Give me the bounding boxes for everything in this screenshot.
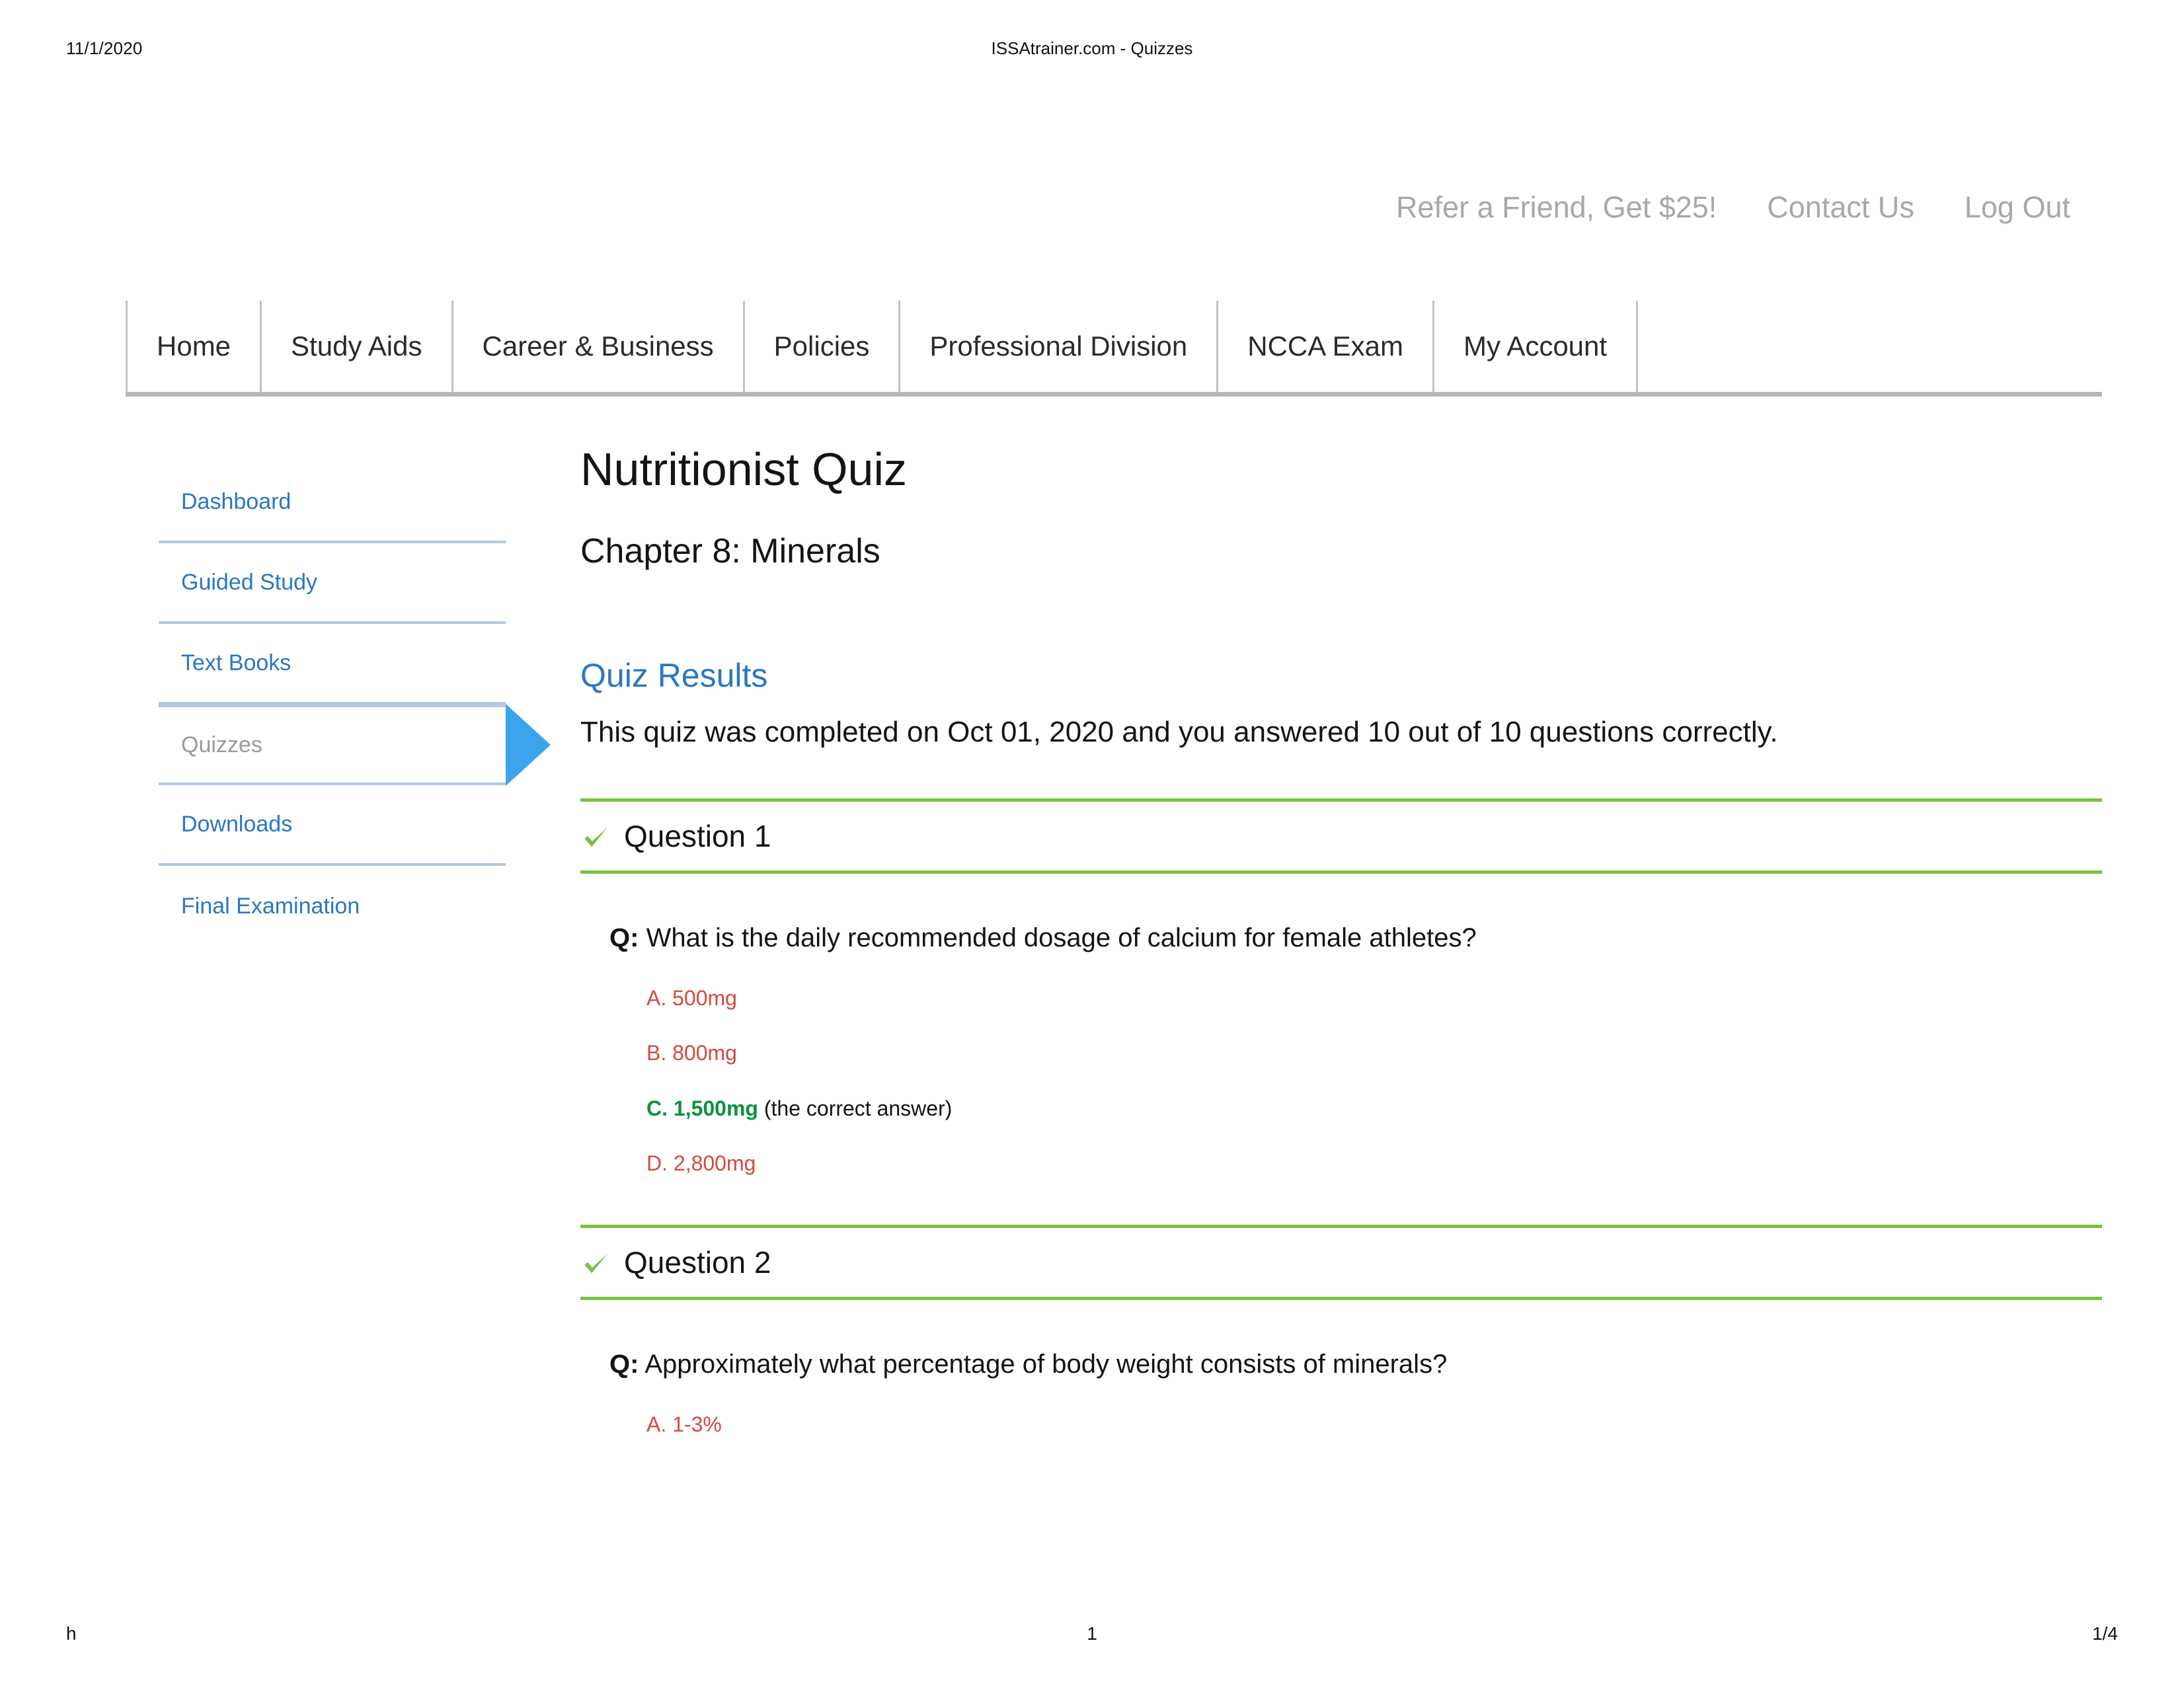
answer-text: A. 500mg <box>646 985 737 1010</box>
nav-item-home[interactable]: Home <box>126 301 260 392</box>
answer-text: B. 800mg <box>646 1041 737 1065</box>
sidebar-item-label[interactable]: Downloads <box>159 812 292 837</box>
sidebar-item-dashboard[interactable]: Dashboard <box>159 463 506 543</box>
answer-text: A. 1-3% <box>646 1412 722 1436</box>
answer-list: A. 500mg B. 800mg C. 1,500mg (the correc… <box>646 985 2102 1176</box>
sidebar-item-label[interactable]: Final Examination <box>159 894 360 919</box>
answer-option-c: C. 1,500mg (the correct answer) <box>646 1096 2102 1121</box>
question-prompt: Q: Approximately what percentage of body… <box>609 1348 2102 1380</box>
sidebar-item-quizzes[interactable]: Quizzes <box>159 704 551 786</box>
question-label: Question 1 <box>624 818 771 853</box>
print-footer-page-count: 1/4 <box>2092 1623 2118 1644</box>
question-prompt-text: What is the daily recommended dosage of … <box>646 923 1477 952</box>
answer-option-a: A. 1-3% <box>646 1412 2102 1437</box>
utility-links-bar: Refer a Friend, Get $25! Contact Us Log … <box>1396 190 2070 225</box>
main-content: Nutritionist Quiz Chapter 8: Minerals Qu… <box>580 444 2102 1437</box>
sidebar-item-text-books[interactable]: Text Books <box>159 624 506 705</box>
sidebar-item-guided-study[interactable]: Guided Study <box>159 543 506 624</box>
nav-item-my-account[interactable]: My Account <box>1432 301 1639 392</box>
sidebar-item-label: Quizzes <box>181 732 262 757</box>
question-label: Question 2 <box>624 1245 771 1280</box>
sidebar-item-final-examination[interactable]: Final Examination <box>159 866 506 946</box>
answer-text: D. 2,800mg <box>646 1151 756 1176</box>
sidebar-item-label[interactable]: Text Books <box>159 650 291 676</box>
main-navigation: Home Study Aids Career & Business Polici… <box>126 301 2102 397</box>
log-out-link[interactable]: Log Out <box>1965 190 2070 225</box>
active-arrow-icon <box>506 704 551 786</box>
question-block: Question 2 Q: Approximately what percent… <box>580 1224 2102 1437</box>
question-prefix: Q: <box>609 1349 639 1379</box>
question-block: Question 1 Q: What is the daily recommen… <box>580 798 2102 1176</box>
answer-list: A. 1-3% <box>646 1412 2102 1437</box>
nav-item-career-business[interactable]: Career & Business <box>451 301 743 392</box>
question-prompt-text: Approximately what percentage of body we… <box>644 1349 1448 1379</box>
page-title: Nutritionist Quiz <box>580 443 908 495</box>
answer-option-b: B. 800mg <box>646 1040 2102 1065</box>
question-header: Question 2 <box>580 1224 2102 1300</box>
print-header: 11/1/2020 ISSAtrainer.com - Quizzes <box>0 38 2184 65</box>
nav-item-ncca-exam[interactable]: NCCA Exam <box>1216 301 1432 392</box>
nav-item-policies[interactable]: Policies <box>742 301 899 392</box>
sidebar-item-downloads[interactable]: Downloads <box>159 785 506 866</box>
refer-a-friend-link[interactable]: Refer a Friend, Get $25! <box>1396 190 1717 225</box>
question-prefix: Q: <box>609 923 639 952</box>
check-icon <box>580 1248 612 1280</box>
print-footer: h 1 1/4 <box>0 1623 2184 1650</box>
sidebar-item-label[interactable]: Dashboard <box>159 489 291 515</box>
sidebar: Dashboard Guided Study Text Books Quizze… <box>159 463 551 946</box>
check-icon <box>580 822 612 854</box>
nav-item-professional-division[interactable]: Professional Division <box>898 301 1216 392</box>
answer-option-d: D. 2,800mg <box>646 1151 2102 1176</box>
question-prompt: Q: What is the daily recommended dosage … <box>609 922 2102 954</box>
nav-item-study-aids[interactable]: Study Aids <box>260 301 451 392</box>
answer-text: C. 1,500mg <box>646 1096 758 1120</box>
print-footer-page-number: 1 <box>1087 1623 1097 1644</box>
correct-answer-note: (the correct answer) <box>763 1096 953 1120</box>
answer-option-a: A. 500mg <box>646 985 2102 1011</box>
quiz-results-summary: This quiz was completed on Oct 01, 2020 … <box>580 716 1778 749</box>
chapter-title: Chapter 8: Minerals <box>580 532 880 570</box>
print-page-title: ISSAtrainer.com - Quizzes <box>991 38 1193 58</box>
question-header: Question 1 <box>580 798 2102 874</box>
sidebar-item-label[interactable]: Guided Study <box>159 570 317 595</box>
contact-us-link[interactable]: Contact Us <box>1767 190 1914 225</box>
quiz-results-heading: Quiz Results <box>580 657 768 695</box>
